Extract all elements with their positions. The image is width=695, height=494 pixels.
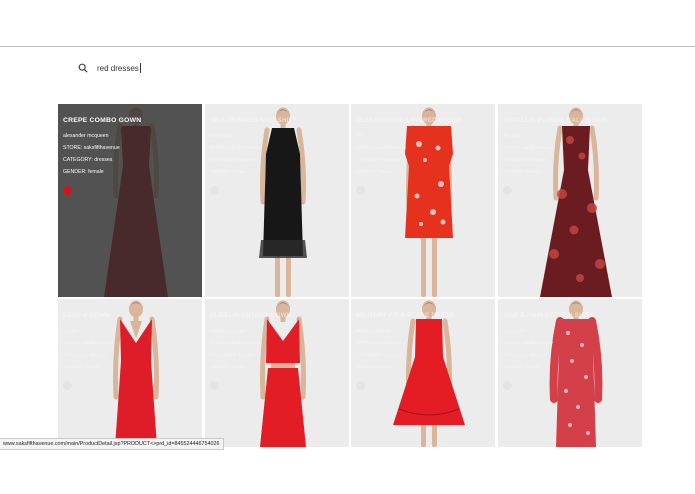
- product-gender: GENDER: female: [210, 364, 246, 369]
- product-category: CATEGORY: dresses: [63, 352, 107, 357]
- product-card[interactable]: SILK & AMPI COTTON SHIFT Tory Burch STOR…: [498, 299, 642, 447]
- product-category: CATEGORY: dresses: [63, 157, 113, 163]
- product-name[interactable]: CREPE COMBO GOWN: [63, 117, 197, 124]
- product-store: STORE: saksfifthavenue: [356, 145, 407, 150]
- product-store: STORE: saksfifthavenue: [356, 340, 407, 345]
- color-swatch[interactable]: [63, 381, 72, 390]
- product-info: CUBELIA CUTOUT GOWN Halston Heritage STO…: [210, 312, 344, 373]
- product-info: DEEP V GOWN Halston STORE: saksfifthaven…: [63, 312, 197, 373]
- color-swatch[interactable]: [356, 186, 365, 195]
- product-category: CATEGORY: dresses: [503, 157, 547, 162]
- product-category: CATEGORY: dresses: [210, 157, 254, 162]
- product-card[interactable]: CREPE COMBO GOWN alexander mcqueen STORE…: [58, 104, 202, 297]
- product-info: SILK & AMPI COTTON SHIFT Tory Burch STOR…: [503, 312, 637, 373]
- color-swatch[interactable]: [63, 186, 72, 195]
- product-card[interactable]: METALLIC FLORAL BALL GOWN Teri Jon STORE…: [498, 104, 642, 297]
- product-info: ELSY PRINTED LAYERED DRESS Elie STORE: s…: [356, 117, 490, 178]
- product-category: CATEGORY: dresses: [503, 352, 547, 357]
- product-name[interactable]: ELSY PRINTED LAYERED DRESS: [356, 117, 490, 124]
- product-card[interactable]: SILK-TRIMMED KNIT SHIFT Elie Tahari STOR…: [205, 104, 349, 297]
- color-swatch[interactable]: [503, 381, 512, 390]
- product-name[interactable]: SILK & AMPI COTTON SHIFT: [503, 312, 637, 319]
- text-cursor: [139, 63, 141, 73]
- product-brand: Elie: [356, 133, 364, 138]
- product-brand: Halston Heritage: [210, 328, 245, 333]
- product-brand: Tory Burch: [503, 328, 525, 333]
- product-info: SILK-TRIMMED KNIT SHIFT Elie Tahari STOR…: [210, 117, 344, 178]
- product-gender: GENDER: female: [63, 364, 99, 369]
- product-info: CREPE COMBO GOWN alexander mcqueen STORE…: [63, 117, 197, 178]
- product-card[interactable]: DEEP V GOWN Halston STORE: saksfifthaven…: [58, 299, 202, 447]
- product-store: STORE: saksfifthavenue: [63, 145, 120, 151]
- product-gender: GENDER: female: [503, 364, 539, 369]
- product-brand: Teri Jon: [503, 133, 520, 138]
- color-swatch[interactable]: [210, 186, 219, 195]
- product-name[interactable]: SILK-TRIMMED KNIT SHIFT: [210, 117, 344, 124]
- product-name[interactable]: METALLIC FLORAL BALL GOWN: [503, 117, 637, 124]
- product-store: STORE: saksfifthavenue: [63, 340, 114, 345]
- product-brand: Badgley Mischka: [356, 328, 391, 333]
- product-category: CATEGORY: dresses: [356, 352, 400, 357]
- header-divider: [0, 46, 695, 47]
- product-store: STORE: saksfifthavenue: [503, 145, 554, 150]
- product-card[interactable]: CUBELIA CUTOUT GOWN Halston Heritage STO…: [205, 299, 349, 447]
- product-card[interactable]: MILITARY FIT-&-FLARE DRESS Badgley Misch…: [351, 299, 495, 447]
- product-gender: GENDER: female: [356, 169, 392, 174]
- color-swatch[interactable]: [503, 186, 512, 195]
- product-gender: GENDER: female: [356, 364, 392, 369]
- product-category: CATEGORY: dresses: [356, 157, 400, 162]
- product-store: STORE: saksfifthavenue: [210, 340, 261, 345]
- product-info: MILITARY FIT-&-FLARE DRESS Badgley Misch…: [356, 312, 490, 373]
- product-name[interactable]: MILITARY FIT-&-FLARE DRESS: [356, 312, 490, 319]
- product-gender: GENDER: female: [503, 169, 539, 174]
- product-brand: alexander mcqueen: [63, 133, 109, 139]
- color-swatch[interactable]: [356, 381, 365, 390]
- product-store: STORE: saksfifthavenue: [503, 340, 554, 345]
- product-info: METALLIC FLORAL BALL GOWN Teri Jon STORE…: [503, 117, 637, 178]
- search-input[interactable]: red dresses: [97, 64, 139, 73]
- product-category: CATEGORY: dresses: [210, 352, 254, 357]
- search-bar[interactable]: red dresses: [78, 60, 141, 76]
- product-grid: CREPE COMBO GOWN alexander mcqueen STORE…: [58, 104, 642, 447]
- product-brand: Halston: [63, 328, 79, 333]
- product-gender: GENDER: female: [210, 169, 246, 174]
- search-icon: [78, 63, 88, 73]
- product-name[interactable]: DEEP V GOWN: [63, 312, 197, 319]
- product-name[interactable]: CUBELIA CUTOUT GOWN: [210, 312, 344, 319]
- product-gender: GENDER: female: [63, 169, 104, 175]
- product-store: STORE: saksfifthavenue: [210, 145, 261, 150]
- product-brand: Elie Tahari: [210, 133, 232, 138]
- link-status-bar: www.saksfifthavenue.com/main/ProductDeta…: [0, 438, 224, 450]
- color-swatch[interactable]: [210, 381, 219, 390]
- product-card[interactable]: ELSY PRINTED LAYERED DRESS Elie STORE: s…: [351, 104, 495, 297]
